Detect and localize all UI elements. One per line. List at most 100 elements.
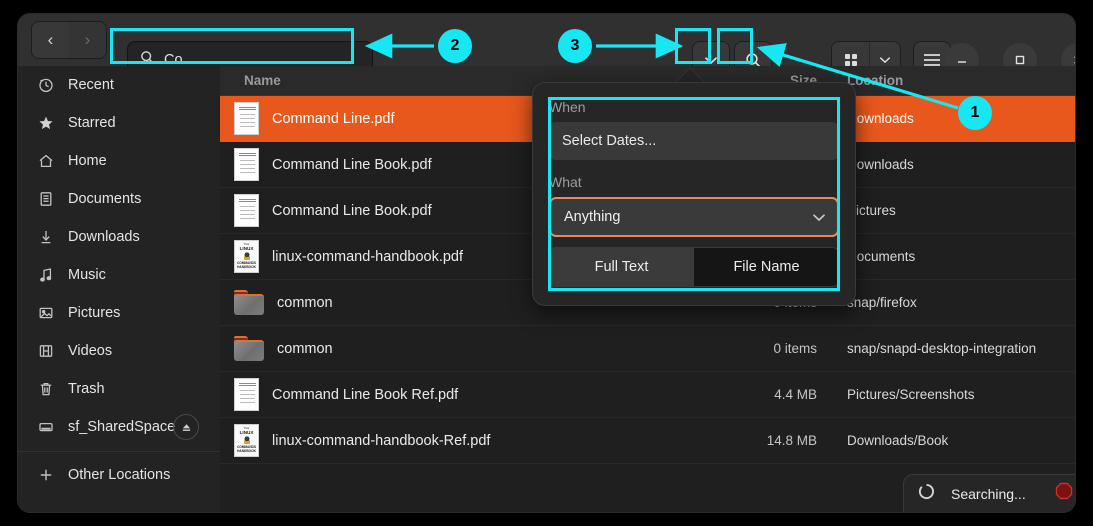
what-label: What xyxy=(549,174,839,190)
music-note-icon xyxy=(38,267,60,283)
sidebar: Recent Starred Home xyxy=(18,66,220,512)
file-location-cell: Pictures xyxy=(825,203,1075,218)
back-button[interactable]: ‹ xyxy=(32,22,69,58)
file-location-cell: Pictures/Screenshots xyxy=(825,387,1075,402)
pdf-icon xyxy=(234,194,259,227)
sidebar-item-other-locations[interactable]: Other Locations xyxy=(18,456,220,494)
file-name-label: Command Line Book Ref.pdf xyxy=(272,387,458,403)
sidebar-item-label: Starred xyxy=(68,115,116,131)
chevron-down-icon xyxy=(812,213,826,222)
trash-icon xyxy=(38,381,60,397)
file-name-label: Command Line Book.pdf xyxy=(272,157,432,173)
what-dropdown[interactable]: Anything xyxy=(549,197,839,237)
file-name-label: Command Line.pdf xyxy=(272,111,395,127)
plus-icon xyxy=(38,467,60,483)
sidebar-item-trash[interactable]: Trash xyxy=(18,370,220,408)
home-icon xyxy=(38,153,60,169)
folder-icon xyxy=(234,336,264,361)
film-icon xyxy=(38,343,60,359)
maximize-icon xyxy=(1014,54,1026,66)
select-dates-button[interactable]: Select Dates... xyxy=(549,122,839,160)
picture-icon xyxy=(38,305,60,321)
sidebar-item-pictures[interactable]: Pictures xyxy=(18,294,220,332)
file-location-cell: snap/snapd-desktop-integration xyxy=(825,341,1075,356)
annotation-badge-3: 3 xyxy=(558,29,592,63)
file-name-cell: Command Line Book Ref.pdf xyxy=(220,378,705,411)
what-dropdown-value: Anything xyxy=(564,209,620,225)
sidebar-item-label: Downloads xyxy=(68,229,140,245)
sidebar-item-documents[interactable]: Documents xyxy=(18,180,220,218)
pdf-icon xyxy=(234,148,259,181)
annotation-badge-number: 3 xyxy=(571,37,580,55)
chevron-down-icon xyxy=(879,56,891,64)
eject-glyph-icon xyxy=(181,422,192,433)
chevron-down-icon xyxy=(704,56,718,65)
book-icon: THELINUX COMMANDSHANDBOOK xyxy=(234,424,259,457)
table-row[interactable]: THELINUX COMMANDSHANDBOOK linux-command-… xyxy=(220,418,1075,464)
table-row[interactable]: Command Line Book Ref.pdf 4.4 MB Picture… xyxy=(220,372,1075,418)
popover-tail xyxy=(675,68,705,84)
sidebar-item-recent[interactable]: Recent xyxy=(18,66,220,104)
status-text: Searching... xyxy=(951,486,1026,502)
file-name-cell: THELINUX COMMANDSHANDBOOK linux-command-… xyxy=(220,424,705,457)
file-location-cell: Downloads/Book xyxy=(825,433,1075,448)
table-row[interactable]: common 0 items snap/snapd-desktop-integr… xyxy=(220,326,1075,372)
file-size-cell: 4.4 MB xyxy=(705,387,825,402)
file-name-toggle[interactable]: File Name xyxy=(694,248,839,286)
file-name-label: linux-command-handbook-Ref.pdf xyxy=(272,433,490,449)
book-icon: THELINUX COMMANDSHANDBOOK xyxy=(234,240,259,273)
when-label: When xyxy=(549,99,839,115)
stop-search-button[interactable] xyxy=(1055,482,1073,505)
select-dates-label: Select Dates... xyxy=(562,133,656,149)
star-icon xyxy=(38,115,60,131)
annotation-badge-2: 2 xyxy=(438,29,472,63)
sidebar-item-home[interactable]: Home xyxy=(18,142,220,180)
search-scope-toggle-group: Full Text File Name xyxy=(549,248,839,286)
sidebar-item-sf-sharedspace[interactable]: sf_SharedSpace xyxy=(18,408,220,446)
sidebar-item-label: Other Locations xyxy=(68,467,170,483)
chevron-left-icon: ‹ xyxy=(48,30,54,50)
sidebar-item-videos[interactable]: Videos xyxy=(18,332,220,370)
pdf-icon xyxy=(234,102,259,135)
file-location-cell: snap/firefox xyxy=(825,295,1075,310)
sidebar-item-label: Recent xyxy=(68,77,114,93)
eject-icon[interactable] xyxy=(174,415,198,439)
full-text-toggle[interactable]: Full Text xyxy=(549,248,694,286)
minimize-icon xyxy=(956,54,968,66)
annotation-badge-number: 2 xyxy=(451,37,460,55)
sidebar-item-starred[interactable]: Starred xyxy=(18,104,220,142)
sidebar-item-label: Music xyxy=(68,267,106,283)
drive-icon xyxy=(38,419,60,435)
stop-icon xyxy=(1055,482,1073,500)
annotation-badge-1: 1 xyxy=(958,96,992,130)
file-name-label: Command Line Book.pdf xyxy=(272,203,432,219)
hamburger-menu-icon xyxy=(923,53,941,67)
sidebar-item-downloads[interactable]: Downloads xyxy=(18,218,220,256)
document-icon xyxy=(38,191,60,207)
file-location-cell: Downloads xyxy=(825,157,1075,172)
file-location-cell: Downloads xyxy=(825,111,1075,126)
close-icon xyxy=(1072,54,1075,66)
file-name-cell: common xyxy=(220,336,705,361)
sidebar-item-label: sf_SharedSpace xyxy=(68,419,175,435)
folder-icon xyxy=(234,290,264,315)
file-size-cell: 14.8 MB xyxy=(705,433,825,448)
file-location-cell: Documents xyxy=(825,249,1075,264)
sidebar-item-music[interactable]: Music xyxy=(18,256,220,294)
search-filter-popover: When Select Dates... What Anything Full … xyxy=(533,83,855,305)
forward-button[interactable]: › xyxy=(69,22,106,58)
annotation-badge-number: 1 xyxy=(971,104,980,122)
pdf-icon xyxy=(234,378,259,411)
sidebar-item-label: Trash xyxy=(68,381,105,397)
chevron-right-icon: › xyxy=(85,30,91,50)
status-bar: Searching... xyxy=(904,475,1075,512)
sidebar-separator xyxy=(18,451,220,452)
navigation-button-group: ‹ › xyxy=(32,22,106,58)
sidebar-item-label: Documents xyxy=(68,191,141,207)
column-header-location[interactable]: Location xyxy=(825,73,1075,88)
file-size-cell: 0 items xyxy=(705,341,825,356)
download-arrow-icon xyxy=(38,229,60,245)
spinner-icon xyxy=(918,483,935,505)
file-name-label: common xyxy=(277,295,333,311)
clock-icon xyxy=(38,77,60,93)
